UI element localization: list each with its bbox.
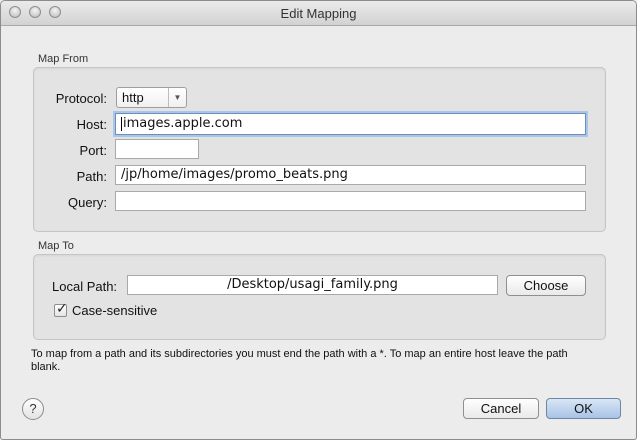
port-label: Port: <box>79 143 107 158</box>
map-to-group <box>33 254 606 340</box>
port-input[interactable] <box>115 139 199 159</box>
local-path-input[interactable]: /Desktop/usagi_family.png <box>127 275 498 295</box>
choose-button[interactable]: Choose <box>506 275 586 296</box>
case-sensitive-label[interactable]: Case-sensitive <box>72 303 157 318</box>
local-path-label: Local Path: <box>52 279 118 294</box>
dropdown-arrow-icon: ▼ <box>168 88 186 107</box>
help-text: To map from a path and its subdirectorie… <box>31 348 568 373</box>
window-title: Edit Mapping <box>280 6 357 21</box>
path-input[interactable]: /jp/home/images/promo_beats.png <box>115 165 586 185</box>
help-icon[interactable]: ? <box>22 398 44 420</box>
case-sensitive-checkbox[interactable]: ✓ <box>54 300 68 317</box>
host-label: Host: <box>76 117 107 132</box>
protocol-select[interactable]: http ▼ <box>116 87 187 108</box>
protocol-value: http <box>122 90 144 105</box>
edit-mapping-dialog: Edit Mapping Map From Protocol: http ▼ H… <box>0 0 637 440</box>
protocol-label: Protocol: <box>55 91 107 106</box>
map-to-section-label: Map To <box>38 240 74 252</box>
host-value: images.apple.com <box>123 116 243 131</box>
query-input[interactable] <box>115 191 586 211</box>
path-label: Path: <box>76 169 107 184</box>
title-bar: Edit Mapping <box>1 1 636 26</box>
host-input[interactable]: images.apple.com <box>115 113 586 135</box>
query-label: Query: <box>67 195 107 210</box>
map-from-section-label: Map From <box>38 53 89 65</box>
text-cursor <box>121 116 122 131</box>
cancel-button[interactable]: Cancel <box>463 398 539 419</box>
ok-button[interactable]: OK <box>546 398 621 419</box>
checkmark-icon: ✓ <box>56 300 68 316</box>
